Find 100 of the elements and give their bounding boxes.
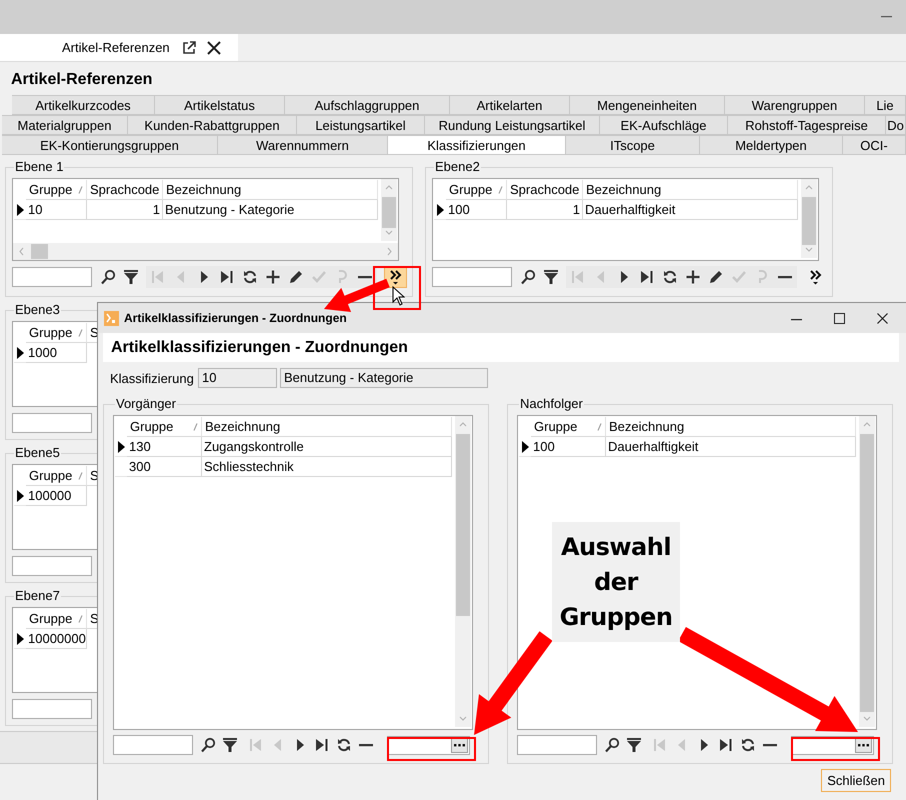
tab[interactable]: Materialgruppen <box>2 115 128 135</box>
app-icon <box>104 310 119 326</box>
tab[interactable]: Lie <box>865 95 906 115</box>
table-cell: 10 <box>26 200 87 220</box>
tab[interactable]: Artikelkurzcodes <box>12 95 155 115</box>
refresh-icon[interactable] <box>336 737 352 753</box>
column-header[interactable]: Sprachcode <box>507 180 583 200</box>
row-pointer-icon <box>118 440 124 452</box>
skip-end-icon[interactable] <box>718 737 734 753</box>
search-field[interactable] <box>12 556 92 576</box>
highlight-frame <box>373 266 421 310</box>
refresh-icon[interactable] <box>662 269 678 285</box>
search-icon[interactable] <box>520 269 536 285</box>
tab[interactable]: EK-Aufschläge <box>600 115 728 135</box>
column-header[interactable]: Gruppe <box>127 417 202 437</box>
search-field[interactable] <box>12 413 92 433</box>
table-cell: Dauerhalftigkeit <box>606 437 856 457</box>
sort-icon <box>498 186 503 194</box>
search-field[interactable] <box>12 267 92 287</box>
table-cell: 100 <box>531 437 606 457</box>
horizontal-scrollbar[interactable] <box>13 243 398 260</box>
refresh-icon[interactable] <box>242 269 258 285</box>
table-cell: 100000 <box>26 486 87 506</box>
column-header[interactable]: Sprachcode <box>87 180 163 200</box>
skip-end-icon[interactable] <box>219 269 235 285</box>
search-field[interactable] <box>113 735 193 755</box>
plus-icon[interactable] <box>265 269 281 285</box>
row-pointer-icon <box>16 632 24 644</box>
column-header[interactable]: Bezeichnung <box>606 417 856 437</box>
table-cell: Benutzung - Kategorie <box>163 200 378 220</box>
row-pointer-icon <box>16 346 24 358</box>
table-cell: 1 <box>87 200 163 220</box>
tab[interactable]: Leistungsartikel <box>297 115 425 135</box>
plus-icon[interactable] <box>685 269 701 285</box>
skip-end-icon[interactable] <box>639 269 655 285</box>
skip-end-icon[interactable] <box>314 737 330 753</box>
table-cell: Schliesstechnik <box>202 457 452 477</box>
search-icon[interactable] <box>200 737 216 753</box>
funnel-icon[interactable] <box>543 269 559 285</box>
document-tab[interactable]: Artikel-Referenzen <box>0 34 238 61</box>
ellipsis-icon <box>454 744 465 746</box>
search-icon[interactable] <box>604 737 620 753</box>
table-cell: Dauerhalftigkeit <box>583 200 798 220</box>
search-icon[interactable] <box>100 269 116 285</box>
close-icon[interactable] <box>877 312 888 324</box>
tab[interactable]: Artikelstatus <box>155 95 285 115</box>
close-button[interactable]: Schließen <box>821 769 891 792</box>
tab[interactable]: ITscope <box>566 135 700 155</box>
double-chevron-icon <box>388 269 402 285</box>
search-field[interactable] <box>432 267 512 287</box>
pointer-arrow <box>324 278 390 312</box>
dialog-title: Artikelklassifizierungen - Zuordnungen <box>124 311 348 325</box>
column-header[interactable]: Gruppe <box>26 323 87 343</box>
vertical-scrollbar[interactable] <box>801 179 817 258</box>
tab[interactable]: Do <box>886 115 906 135</box>
table-cell: 300 <box>127 457 202 477</box>
vertical-scrollbar[interactable] <box>381 179 397 241</box>
column-header[interactable]: Bezeichnung <box>202 417 452 437</box>
ellipsis-icon <box>858 744 869 746</box>
table-cell: 130 <box>127 437 202 457</box>
group-title: Ebene5 <box>14 446 61 460</box>
column-header[interactable]: Gruppe <box>26 180 87 200</box>
column-header[interactable]: Gruppe <box>26 466 87 486</box>
search-field[interactable] <box>12 699 92 719</box>
tab[interactable]: Kunden-Rabattgruppen <box>128 115 297 135</box>
page-title: Artikel-Referenzen <box>10 70 154 90</box>
dialog-heading: Artikelklassifizierungen - Zuordnungen <box>103 333 899 362</box>
tab[interactable]: Klassifizierungen <box>388 135 566 155</box>
search-field[interactable] <box>517 735 597 755</box>
funnel-icon[interactable] <box>123 269 139 285</box>
sort-icon <box>78 186 83 194</box>
pencil-icon[interactable] <box>708 269 724 285</box>
pencil-icon[interactable] <box>288 269 304 285</box>
callout-text: Auswahl der Gruppen <box>558 532 674 632</box>
tab[interactable]: OCI- <box>843 135 906 155</box>
tab[interactable]: Rundung Leistungsartikel <box>425 115 600 135</box>
column-header[interactable]: Gruppe <box>531 417 606 437</box>
column-header[interactable]: Gruppe <box>446 180 507 200</box>
maximize-icon[interactable] <box>834 312 845 324</box>
column-header[interactable]: Gruppe <box>26 609 87 629</box>
tab[interactable]: EK-Kontierungsgruppen <box>2 135 218 155</box>
sort-icon <box>597 422 602 430</box>
funnel-icon[interactable] <box>626 737 642 753</box>
funnel-icon[interactable] <box>222 737 238 753</box>
tab[interactable]: Mengeneinheiten <box>570 95 725 115</box>
tab[interactable]: Warengruppen <box>725 95 865 115</box>
vertical-scrollbar[interactable] <box>859 416 875 727</box>
external-link-icon[interactable] <box>182 40 196 54</box>
tab[interactable]: Warennummern <box>218 135 388 155</box>
row-pointer-icon <box>16 490 24 502</box>
refresh-icon[interactable] <box>740 737 756 753</box>
close-icon[interactable] <box>206 40 221 54</box>
column-header[interactable]: Bezeichnung <box>163 180 378 200</box>
table-cell: Zugangskontrolle <box>202 437 452 457</box>
tab[interactable]: Aufschlaggruppen <box>285 95 450 115</box>
column-header[interactable]: Bezeichnung <box>583 180 798 200</box>
tab[interactable]: Rohstoff-Tagespreise <box>728 115 886 135</box>
tab[interactable]: Meldertypen <box>700 135 843 155</box>
tab[interactable]: Artikelarten <box>450 95 570 115</box>
vertical-scrollbar[interactable] <box>455 416 471 727</box>
